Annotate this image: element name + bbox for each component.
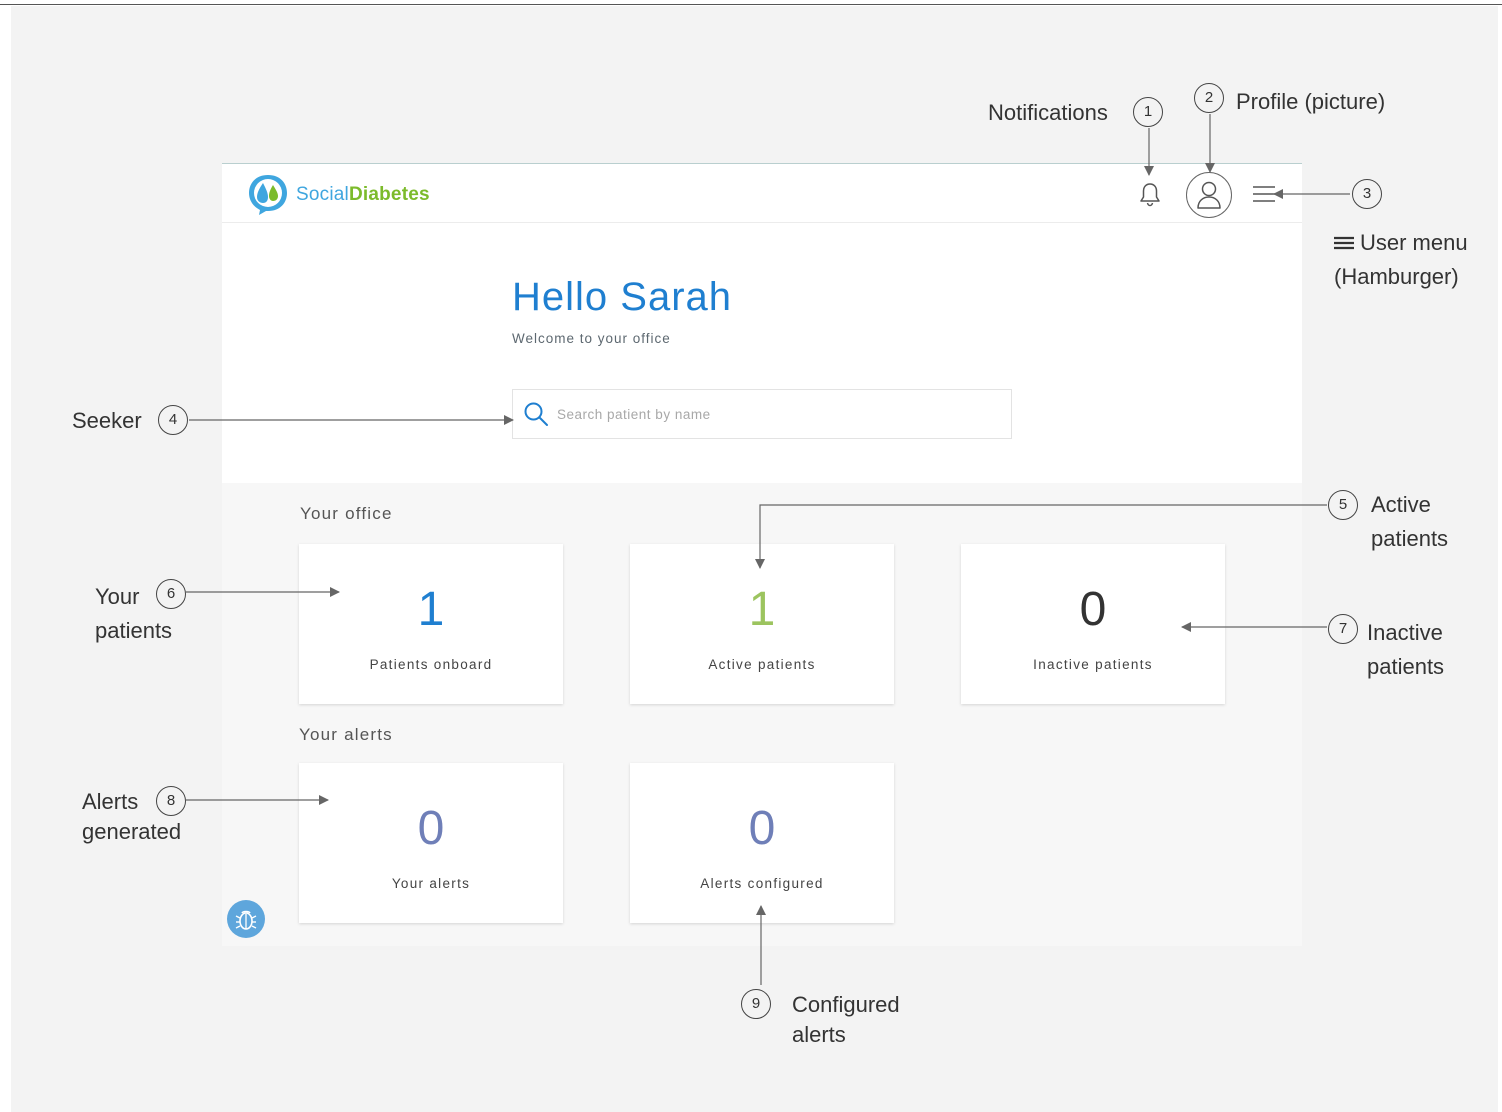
annotation-user-menu: User menu (1334, 226, 1468, 260)
your-alerts-card[interactable]: 0 Your alerts (299, 763, 563, 923)
logo-text[interactable]: SocialDiabetes (296, 184, 430, 206)
annotation-badge-8: 8 (156, 786, 186, 816)
app-screen: SocialDiabetes Hello Sarah Welcome to yo… (222, 163, 1302, 946)
active-patients-label: Active patients (708, 657, 816, 672)
annotation-configured-line2: alerts (792, 1022, 846, 1047)
patient-search[interactable] (512, 389, 1012, 439)
greeting-subtitle: Welcome to your office (512, 331, 671, 346)
your-alerts-count: 0 (417, 802, 445, 855)
top-navbar: SocialDiabetes (222, 163, 1302, 223)
top-border (0, 4, 1502, 5)
annotation-badge-3: 3 (1352, 179, 1382, 209)
inactive-patients-count: 0 (1079, 583, 1107, 636)
annotation-alerts-generated-line2: generated (82, 819, 182, 844)
annotation-inactive-line2: patients (1367, 654, 1445, 679)
active-patients-card[interactable]: 1 Active patients (630, 544, 894, 704)
logo-icon[interactable] (246, 172, 290, 216)
annotation-badge-5: 5 (1328, 490, 1358, 520)
annotation-user-menu-line2: (Hamburger) (1334, 264, 1459, 289)
brand-name-diabetes: Diabetes (348, 184, 430, 205)
office-section-title: Your office (300, 504, 393, 523)
annotation-alerts-generated-line1: Alerts (82, 789, 139, 814)
annotation-your-patients-line1: Your (95, 584, 140, 609)
alerts-configured-card[interactable]: 0 Alerts configured (630, 763, 894, 923)
inactive-patients-card[interactable]: 0 Inactive patients (961, 544, 1225, 704)
annotation-your-patients-line2: patients (95, 618, 173, 643)
greeting-title: Hello Sarah (512, 275, 733, 319)
your-alerts-label: Your alerts (391, 876, 471, 891)
hamburger-menu-icon (1334, 236, 1354, 250)
annotation-active-line2: patients (1371, 526, 1449, 551)
search-input[interactable] (557, 402, 997, 426)
active-patients-count: 1 (748, 583, 776, 636)
user-avatar-icon (1197, 181, 1221, 209)
hamburger-menu-icon[interactable] (1252, 184, 1276, 204)
brand-name-social: Social (296, 184, 349, 205)
bug-icon (235, 910, 257, 930)
annotation-badge-4: 4 (158, 405, 188, 435)
annotation-inactive-line1: Inactive (1367, 620, 1443, 645)
bell-icon[interactable] (1138, 182, 1162, 208)
annotation-badge-1: 1 (1133, 97, 1163, 127)
patients-onboard-count: 1 (417, 583, 445, 636)
annotation-seeker: Seeker (72, 408, 142, 433)
patients-onboard-card[interactable]: 1 Patients onboard (299, 544, 563, 704)
annotation-badge-2: 2 (1194, 83, 1224, 113)
alerts-configured-count: 0 (748, 802, 776, 855)
alerts-section-title: Your alerts (299, 725, 393, 744)
annotation-badge-6: 6 (156, 579, 186, 609)
profile-avatar[interactable] (1186, 172, 1232, 218)
bug-report-button[interactable] (227, 900, 265, 938)
annotation-active-line1: Active (1371, 492, 1431, 517)
annotation-badge-9: 9 (741, 989, 771, 1019)
hero-section: Hello Sarah Welcome to your office (222, 223, 1302, 483)
annotation-notifications: Notifications (988, 100, 1108, 125)
annotation-configured-line1: Configured (792, 992, 900, 1017)
search-icon (524, 402, 548, 426)
annotation-badge-7: 7 (1328, 614, 1358, 644)
inactive-patients-label: Inactive patients (1033, 657, 1153, 672)
annotation-profile: Profile (picture) (1236, 89, 1386, 114)
annotation-user-menu-line1: User menu (1360, 230, 1468, 255)
patients-onboard-label: Patients onboard (369, 657, 493, 672)
alerts-configured-label: Alerts configured (700, 876, 824, 891)
